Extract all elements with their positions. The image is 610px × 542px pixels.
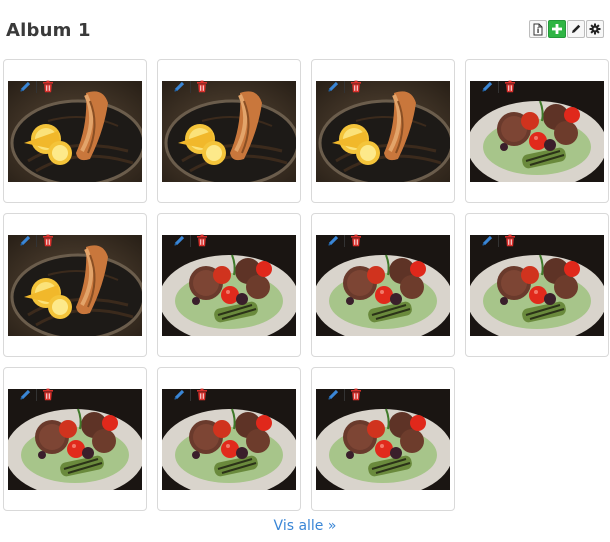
separator bbox=[498, 234, 499, 247]
edit-album-button[interactable] bbox=[567, 20, 585, 38]
photo-actions bbox=[480, 78, 517, 95]
delete-photo-trash-icon[interactable] bbox=[41, 234, 55, 248]
photo-thumbnail[interactable] bbox=[8, 235, 142, 336]
separator bbox=[344, 388, 345, 401]
separator bbox=[344, 80, 345, 93]
separator bbox=[36, 388, 37, 401]
photo-card bbox=[465, 59, 609, 203]
photo-grid bbox=[3, 59, 609, 511]
photo-card bbox=[3, 213, 147, 357]
photo-thumbnail[interactable] bbox=[316, 81, 450, 182]
photo-thumbnail[interactable] bbox=[8, 389, 142, 490]
edit-photo-pencil-icon[interactable] bbox=[18, 80, 32, 94]
photo-card bbox=[311, 213, 455, 357]
add-photo-button[interactable] bbox=[548, 20, 566, 38]
photo-thumbnail[interactable] bbox=[470, 81, 604, 182]
photo-card bbox=[3, 367, 147, 511]
separator bbox=[36, 234, 37, 247]
photo-actions bbox=[18, 386, 55, 403]
photo-thumbnail[interactable] bbox=[470, 235, 604, 336]
delete-photo-trash-icon[interactable] bbox=[349, 388, 363, 402]
photo-actions bbox=[172, 78, 209, 95]
delete-photo-trash-icon[interactable] bbox=[195, 234, 209, 248]
photo-actions bbox=[18, 78, 55, 95]
photo-thumbnail[interactable] bbox=[162, 235, 296, 336]
pencil-icon bbox=[570, 23, 582, 35]
separator bbox=[190, 388, 191, 401]
delete-photo-trash-icon[interactable] bbox=[503, 234, 517, 248]
photo-actions bbox=[172, 386, 209, 403]
separator bbox=[190, 234, 191, 247]
album-toolbar bbox=[529, 20, 604, 38]
edit-photo-pencil-icon[interactable] bbox=[480, 80, 494, 94]
photo-actions bbox=[480, 232, 517, 249]
delete-photo-trash-icon[interactable] bbox=[503, 80, 517, 94]
photo-card bbox=[157, 59, 301, 203]
delete-photo-trash-icon[interactable] bbox=[195, 388, 209, 402]
delete-photo-trash-icon[interactable] bbox=[349, 234, 363, 248]
show-all-link[interactable]: Vis alle » bbox=[0, 518, 610, 534]
edit-photo-pencil-icon[interactable] bbox=[172, 234, 186, 248]
separator bbox=[498, 80, 499, 93]
delete-photo-trash-icon[interactable] bbox=[349, 80, 363, 94]
photo-thumbnail[interactable] bbox=[316, 235, 450, 336]
photo-actions bbox=[326, 386, 363, 403]
photo-thumbnail[interactable] bbox=[162, 389, 296, 490]
photo-card bbox=[3, 59, 147, 203]
edit-photo-pencil-icon[interactable] bbox=[18, 388, 32, 402]
photo-card bbox=[311, 367, 455, 511]
delete-photo-trash-icon[interactable] bbox=[41, 80, 55, 94]
photo-actions bbox=[326, 78, 363, 95]
photo-actions bbox=[172, 232, 209, 249]
photo-actions bbox=[326, 232, 363, 249]
photo-thumbnail[interactable] bbox=[316, 389, 450, 490]
photo-card bbox=[311, 59, 455, 203]
edit-photo-pencil-icon[interactable] bbox=[18, 234, 32, 248]
delete-photo-trash-icon[interactable] bbox=[195, 80, 209, 94]
plus-icon bbox=[551, 23, 563, 35]
photo-actions bbox=[18, 232, 55, 249]
photo-card bbox=[157, 367, 301, 511]
edit-photo-pencil-icon[interactable] bbox=[326, 388, 340, 402]
separator bbox=[344, 234, 345, 247]
separator bbox=[36, 80, 37, 93]
separator bbox=[190, 80, 191, 93]
photo-thumbnail[interactable] bbox=[162, 81, 296, 182]
photo-card bbox=[465, 213, 609, 357]
edit-photo-pencil-icon[interactable] bbox=[480, 234, 494, 248]
settings-button[interactable] bbox=[586, 20, 604, 38]
edit-photo-pencil-icon[interactable] bbox=[326, 80, 340, 94]
edit-photo-pencil-icon[interactable] bbox=[326, 234, 340, 248]
photo-card bbox=[157, 213, 301, 357]
delete-photo-trash-icon[interactable] bbox=[41, 388, 55, 402]
document-info-icon bbox=[532, 23, 544, 36]
edit-photo-pencil-icon[interactable] bbox=[172, 388, 186, 402]
gear-icon bbox=[589, 23, 601, 35]
info-button[interactable] bbox=[529, 20, 547, 38]
album-title: Album 1 bbox=[6, 20, 91, 41]
edit-photo-pencil-icon[interactable] bbox=[172, 80, 186, 94]
photo-thumbnail[interactable] bbox=[8, 81, 142, 182]
